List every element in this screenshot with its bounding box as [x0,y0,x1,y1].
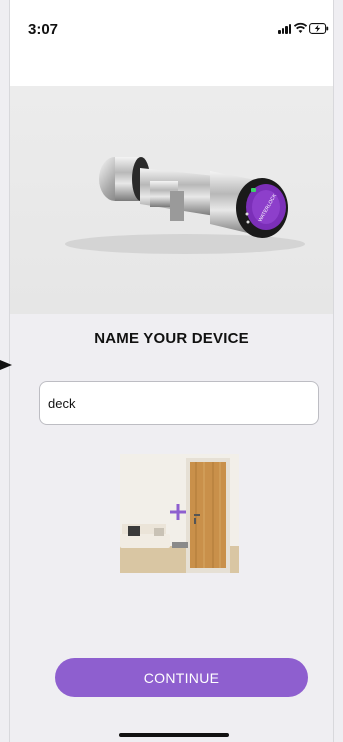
app-screen: 3:07 WATERLOCK NAME YOUR DEVICE deck CON… [0,0,343,742]
battery-charging-icon [309,23,329,34]
device-name-input[interactable] [39,381,319,425]
home-indicator[interactable] [119,733,229,737]
product-hero-image: WATERLOCK [10,86,333,314]
frame-border-right [333,0,334,742]
status-time: 3:07 [28,21,59,38]
page-title: NAME YOUR DEVICE [94,330,249,347]
wifi-icon [294,22,307,33]
smart-lock-image: WATERLOCK [65,157,305,254]
status-bar [10,0,333,86]
cellular-signal-icon [278,24,292,34]
arrow-right-icon [0,360,12,370]
room-door-image[interactable] [120,454,239,573]
continue-button[interactable]: CONTINUE [55,658,308,697]
plus-icon[interactable] [170,504,186,520]
status-icons [278,21,329,37]
